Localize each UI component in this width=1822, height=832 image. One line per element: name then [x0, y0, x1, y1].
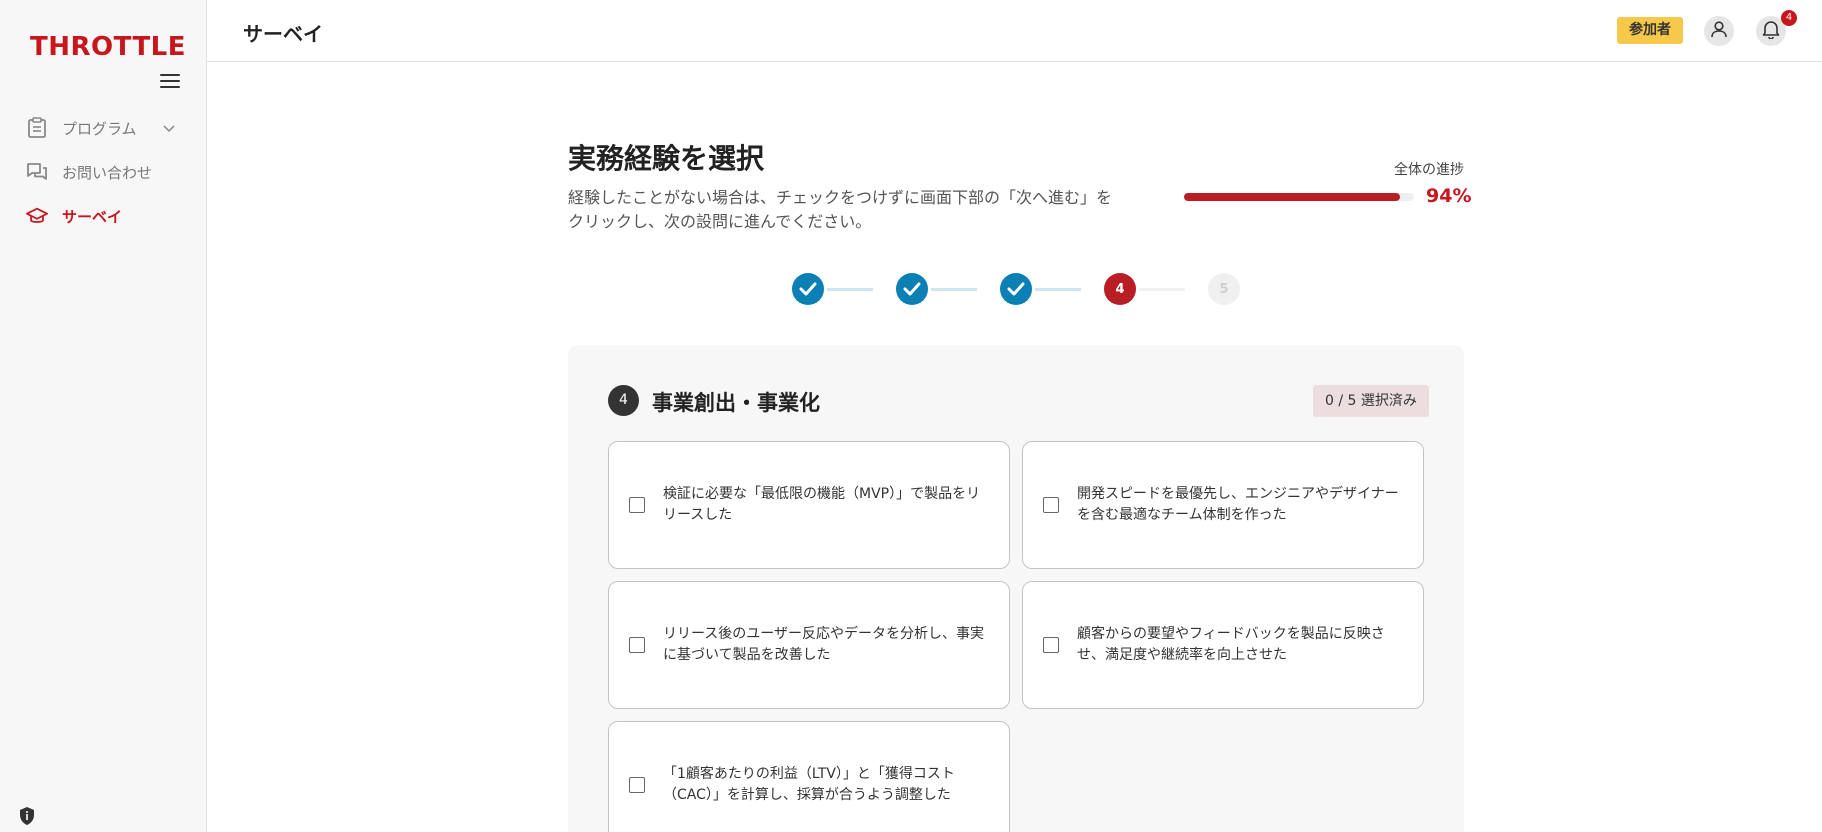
step-connector: [824, 273, 896, 305]
step-5: 5: [1208, 273, 1240, 305]
option-card[interactable]: 顧客からの要望やフィードバックを製品に反映させ、満足度や継続率を向上させた: [1022, 581, 1424, 709]
top-bar: サーベイ 参加者 4: [207, 0, 1822, 62]
option-card[interactable]: 開発スピードを最優先し、エンジニアやデザイナーを含む最適なチーム体制を作った: [1022, 441, 1424, 569]
notification-count-badge: 4: [1781, 10, 1797, 26]
survey-description: 経験したことがない場合は、チェックをつけずに画面下部の「次へ進む」をクリックし、…: [568, 188, 1113, 231]
option-card[interactable]: リリース後のユーザー反応やデータを分析し、事実に基づいて製品を改善した: [608, 581, 1010, 709]
step-3: [1000, 273, 1032, 305]
progress-label: 全体の進捗: [1394, 162, 1464, 178]
sidebar-nav: プログラム お問い合わせ サーベイ: [0, 106, 207, 238]
user-icon: [1710, 20, 1728, 42]
step-4: 4: [1104, 273, 1136, 305]
step-connector: [1136, 273, 1208, 305]
menu-toggle-icon[interactable]: [160, 74, 180, 90]
step-2: [896, 273, 928, 305]
option-checkbox[interactable]: [629, 637, 645, 653]
sidebar: THROTTLE プログラム お問い合わせ サーベイ: [0, 0, 207, 832]
progress-percent: 94%: [1426, 185, 1472, 207]
sidebar-item-label: サーベイ: [62, 207, 123, 226]
check-icon: [1007, 282, 1025, 296]
option-text: 顧客からの要望やフィードバックを製品に反映させ、満足度や継続率を向上させた: [1077, 626, 1385, 663]
sidebar-item-label: プログラム: [62, 119, 137, 138]
option-text: 開発スピードを最優先し、エンジニアやデザイナーを含む最適なチーム体制を作った: [1077, 486, 1399, 523]
bell-icon: [1762, 19, 1780, 43]
selected-count-badge: 0 / 5 選択済み: [1313, 385, 1429, 417]
step-1: [792, 273, 824, 305]
step-indicator: 45: [792, 273, 1240, 305]
sidebar-item-survey[interactable]: サーベイ: [0, 194, 207, 238]
option-card[interactable]: 「1顧客あたりの利益（LTV）」と「獲得コスト（CAC）」を計算し、採算が合うよ…: [608, 721, 1010, 832]
clipboard-icon: [26, 117, 48, 139]
graduation-cap-icon: [26, 205, 48, 227]
option-checkbox[interactable]: [1043, 637, 1059, 653]
role-badge: 参加者: [1617, 17, 1683, 44]
survey-title: 実務経験を選択: [568, 142, 765, 175]
sidebar-item-label: お問い合わせ: [62, 163, 153, 182]
section-number: 4: [608, 385, 639, 416]
check-icon: [903, 282, 921, 296]
user-avatar[interactable]: [1704, 16, 1734, 46]
option-text: 検証に必要な「最低限の機能（MVP）」で製品をリリースした: [663, 486, 981, 523]
sidebar-item-program[interactable]: プログラム: [0, 106, 207, 150]
page-title: サーベイ: [243, 22, 323, 46]
question-card: 4 事業創出・事業化 0 / 5 選択済み 検証に必要な「最低限の機能（MVP）…: [568, 345, 1464, 832]
option-checkbox[interactable]: [629, 777, 645, 793]
logo-text: THROTTLE: [30, 32, 187, 62]
shield-icon[interactable]: [18, 806, 36, 826]
option-card[interactable]: 検証に必要な「最低限の機能（MVP）」で製品をリリースした: [608, 441, 1010, 569]
option-text: 「1顧客あたりの利益（LTV）」と「獲得コスト（CAC）」を計算し、採算が合うよ…: [663, 766, 955, 803]
sidebar-item-contact[interactable]: お問い合わせ: [0, 150, 207, 194]
chat-icon: [26, 161, 48, 183]
section-title: 事業創出・事業化: [652, 391, 820, 415]
chevron-down-icon: [163, 119, 175, 137]
check-icon: [799, 282, 817, 296]
throttle-logo[interactable]: THROTTLE: [30, 22, 186, 60]
option-text: リリース後のユーザー反応やデータを分析し、事実に基づいて製品を改善した: [663, 626, 985, 663]
option-checkbox[interactable]: [629, 497, 645, 513]
progress-bar: [1184, 193, 1414, 201]
progress-bar-fill: [1184, 193, 1401, 201]
step-connector: [1032, 273, 1104, 305]
step-connector: [928, 273, 1000, 305]
option-checkbox[interactable]: [1043, 497, 1059, 513]
